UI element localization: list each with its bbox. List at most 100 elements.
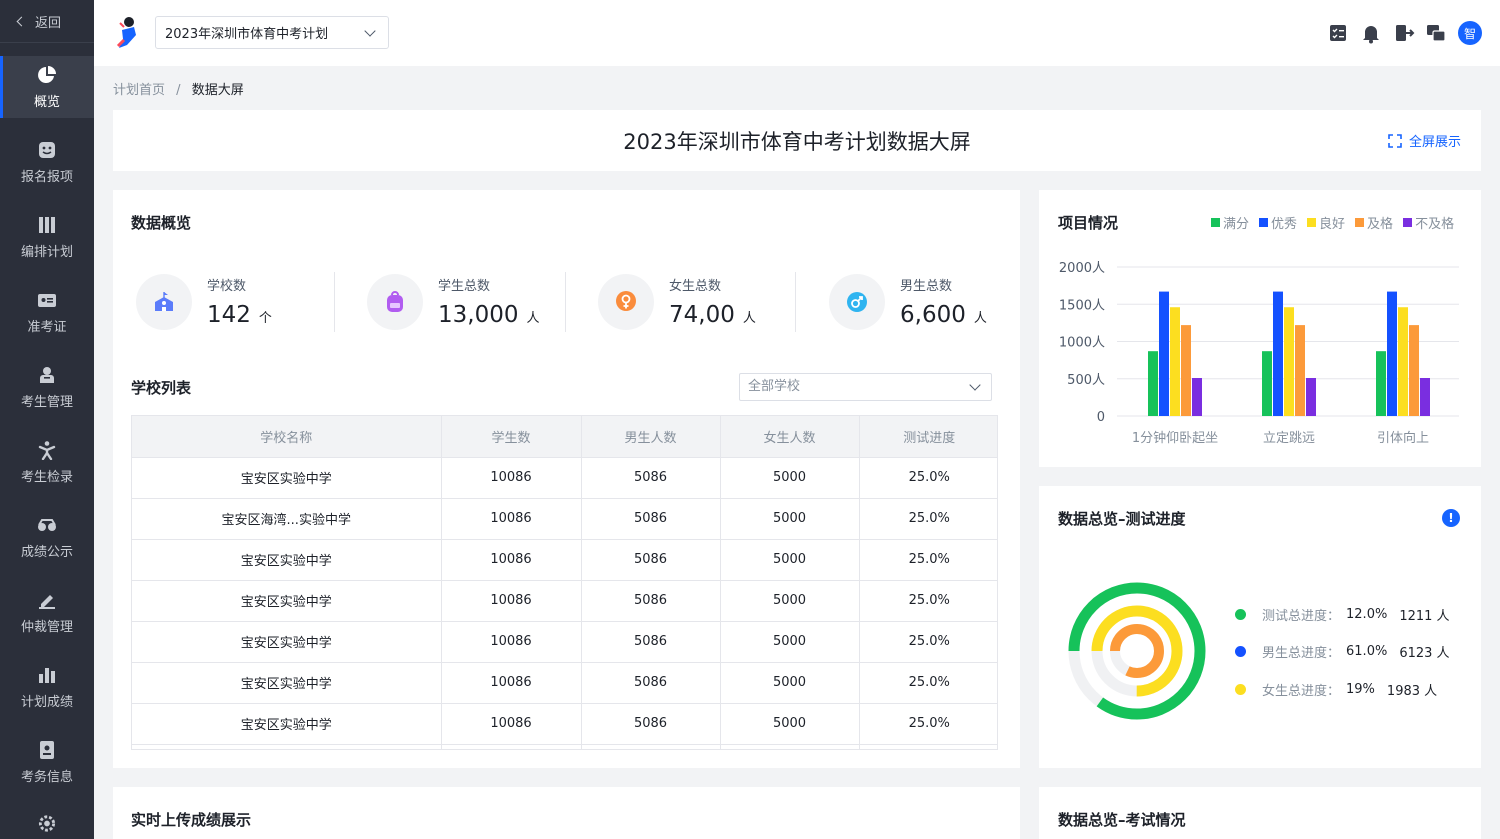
legend-item[interactable]: 不及格 — [1403, 213, 1454, 232]
bar-1-2[interactable] — [1284, 307, 1294, 416]
table-row[interactable]: 宝安区实验中学 10086 5086 5000 25.0% — [132, 538, 997, 580]
bar-2-4[interactable] — [1420, 378, 1430, 416]
avatar[interactable]: 智 — [1458, 21, 1482, 45]
bar-2-0[interactable] — [1376, 351, 1386, 416]
sidebar-item-schedule[interactable]: 编排计划 — [0, 206, 94, 268]
x-tick-label: 引体向上 — [1377, 430, 1429, 446]
backpack-icon — [367, 274, 423, 330]
stat-label: 学生总数 — [438, 279, 491, 294]
stat-value: 13,000 人 — [438, 302, 540, 328]
legend-label: 男生总进度： — [1262, 646, 1341, 661]
table-cell: 5000 — [720, 456, 860, 498]
progress-title: 数据总览–测试进度 — [1058, 510, 1186, 528]
table-header: 学校名称 学生数 男生人数 女生人数 测试进度 — [132, 416, 997, 457]
bar-2-2[interactable] — [1398, 307, 1408, 416]
male-icon — [829, 274, 885, 330]
info-icon[interactable]: ! — [1442, 509, 1460, 527]
bar-1-3[interactable] — [1295, 325, 1305, 416]
table-row[interactable]: 宝安区实验中学 10086 5086 5000 25.0% — [132, 456, 997, 498]
legend-value: 12.0% — [1346, 607, 1388, 622]
table-cell: 5086 — [581, 456, 721, 498]
table-cell: 宝安区实验中学 — [132, 702, 442, 744]
bar-0-1[interactable] — [1159, 291, 1169, 416]
logout-icon[interactable] — [1393, 22, 1415, 44]
sidebar-item-checkin[interactable]: 考生检录 — [0, 431, 94, 493]
table-cell: 5000 — [720, 702, 860, 744]
table-cell: 10086 — [441, 702, 582, 744]
sidebar-item-score-publish[interactable]: 成绩公示 — [0, 506, 94, 568]
columns-icon — [39, 216, 55, 233]
sidebar-item-label: 计划成绩 — [20, 694, 73, 710]
sidebar-item-overview[interactable]: 概览 — [0, 56, 94, 118]
column-header[interactable]: 学生数 — [441, 416, 582, 457]
table-row[interactable]: 宝安区实验中学 10086 5086 5000 25.0% — [132, 579, 997, 621]
chevron-left-icon — [16, 16, 27, 26]
legend-item[interactable]: 良好 — [1307, 213, 1345, 232]
bell-icon[interactable] — [1360, 22, 1382, 44]
table-cell: 10086 — [441, 538, 582, 580]
back-button[interactable]: 返回 — [0, 0, 94, 43]
page-title: 2023年深圳市体育中考计划数据大屏 — [623, 130, 971, 154]
sidebar-item-settings[interactable] — [0, 806, 94, 839]
sidebar-item-exam-info[interactable]: 考务信息 — [0, 731, 94, 793]
fullscreen-label: 全屏展示 — [1408, 135, 1461, 150]
bar-0-4[interactable] — [1192, 378, 1202, 416]
female-icon — [598, 274, 654, 330]
bar-1-4[interactable] — [1306, 378, 1316, 416]
app-logo — [116, 17, 136, 48]
table-row[interactable] — [132, 743, 997, 749]
table-cell: 25.0% — [859, 702, 997, 744]
bar-1-1[interactable] — [1273, 291, 1283, 416]
table-row[interactable]: 宝安区海湾...实验中学 10086 5086 5000 25.0% — [132, 497, 997, 539]
checklist-icon[interactable] — [1327, 22, 1349, 44]
column-header[interactable]: 学校名称 — [132, 416, 442, 457]
legend-label: 及格 — [1367, 217, 1394, 232]
sidebar-item-plan-scores[interactable]: 计划成绩 — [0, 656, 94, 718]
bar-2-3[interactable] — [1409, 325, 1419, 416]
school-filter-value: 全部学校 — [748, 379, 801, 394]
switch-icon[interactable] — [1425, 22, 1447, 44]
figure-icon — [38, 440, 56, 460]
table-cell: 5086 — [581, 497, 721, 539]
breadcrumb-home[interactable]: 计划首页 — [113, 83, 165, 98]
student-icon — [40, 366, 54, 383]
stat-female: 女生总数 74,00 人 — [598, 272, 788, 334]
exam-title: 数据总览–考试情况 — [1058, 811, 1186, 829]
emoji-icon — [39, 141, 55, 158]
table-row[interactable]: 宝安区实验中学 10086 5086 5000 25.0% — [132, 702, 997, 744]
sidebar-item-arbitration[interactable]: 仲裁管理 — [0, 581, 94, 643]
bar-0-0[interactable] — [1148, 351, 1158, 416]
top-bar: 2023年深圳市体育中考计划 智 — [94, 0, 1500, 66]
table-cell: 10086 — [441, 661, 582, 703]
table-cell: 宝安区实验中学 — [132, 579, 442, 621]
table-cell — [859, 743, 997, 749]
bar-0-2[interactable] — [1170, 307, 1180, 416]
fullscreen-button[interactable]: 全屏展示 — [1388, 131, 1461, 150]
glasses-icon — [38, 518, 56, 531]
stat-value: 6,600 人 — [900, 302, 987, 328]
legend-item[interactable]: 优秀 — [1259, 213, 1297, 232]
column-header[interactable]: 男生人数 — [581, 416, 721, 457]
table-cell: 25.0% — [859, 620, 997, 662]
legend-item[interactable]: 满分 — [1211, 213, 1249, 232]
bar-2-1[interactable] — [1387, 291, 1397, 416]
sidebar-item-label: 报名报项 — [20, 169, 73, 185]
bar-0-3[interactable] — [1181, 325, 1191, 416]
table-row[interactable]: 宝安区实验中学 10086 5086 5000 25.0% — [132, 661, 997, 703]
plan-select[interactable]: 2023年深圳市体育中考计划 — [155, 16, 389, 49]
sidebar-item-admission-ticket[interactable]: 准考证 — [0, 281, 94, 343]
table-row[interactable]: 宝安区实验中学 10086 5086 5000 25.0% — [132, 620, 997, 662]
table-cell: 5000 — [720, 661, 860, 703]
school-filter-select[interactable]: 全部学校 — [739, 373, 992, 401]
column-header[interactable]: 女生人数 — [720, 416, 860, 457]
back-label: 返回 — [35, 15, 62, 31]
sidebar-item-students[interactable]: 考生管理 — [0, 356, 94, 418]
x-tick-label: 立定跳远 — [1263, 431, 1315, 446]
sidebar-item-registration[interactable]: 报名报项 — [0, 131, 94, 193]
bar-1-0[interactable] — [1262, 351, 1272, 416]
legend-item[interactable]: 及格 — [1355, 213, 1393, 232]
legend-dot — [1235, 646, 1246, 657]
table-cell: 25.0% — [859, 497, 997, 539]
column-header[interactable]: 测试进度 — [859, 416, 997, 457]
table-cell: 25.0% — [859, 456, 997, 498]
